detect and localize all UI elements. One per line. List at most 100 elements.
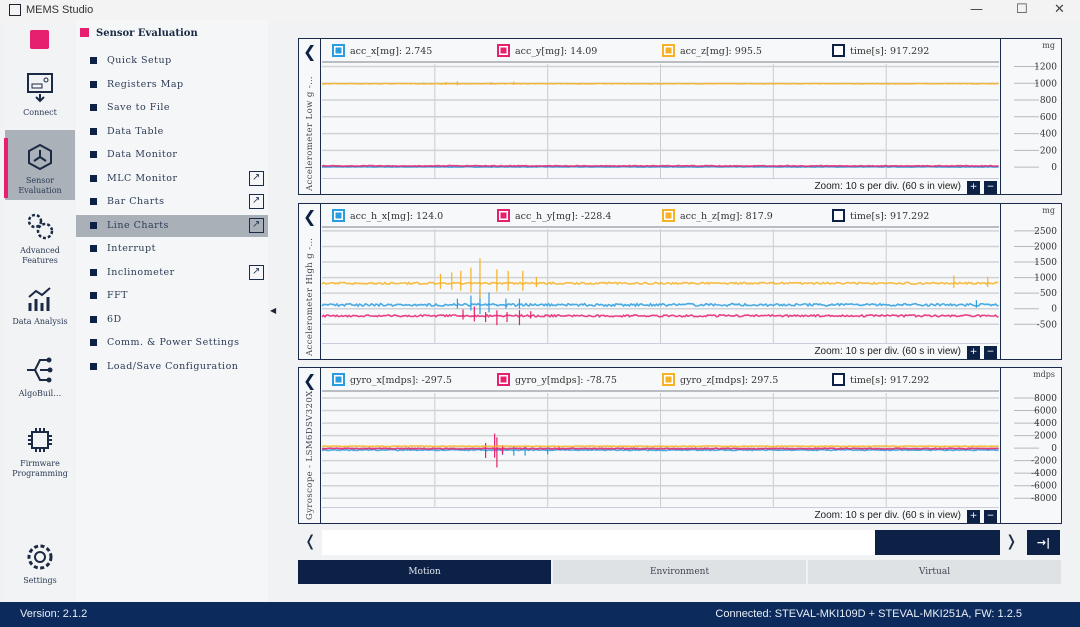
bullet-icon bbox=[90, 315, 97, 323]
rail-connect[interactable]: Connect bbox=[5, 70, 75, 125]
chip-icon bbox=[28, 428, 52, 452]
bullet-icon bbox=[90, 174, 97, 182]
bullet-icon bbox=[90, 221, 97, 229]
y-tick-label: 4000 bbox=[1034, 419, 1057, 429]
rail-sensor-evaluation[interactable]: Sensor Evaluation bbox=[4, 130, 75, 200]
menu-item-comm-power-settings[interactable]: Comm. & Power Settings bbox=[76, 332, 268, 354]
timeline-scrollbar[interactable]: ❬ ❭ →| bbox=[298, 530, 1062, 555]
menu-item-label: Interrupt bbox=[107, 243, 156, 254]
algo-graph-icon bbox=[27, 357, 53, 383]
tab-virtual[interactable]: Virtual bbox=[808, 560, 1061, 584]
scroll-track[interactable] bbox=[322, 530, 875, 555]
menu-item-label: Data Table bbox=[107, 125, 164, 137]
menu-item-line-charts[interactable]: Line Charts ↗ bbox=[76, 214, 268, 237]
y-tick-label: 8000 bbox=[1034, 394, 1057, 404]
scroll-right-button[interactable]: ❭ bbox=[1005, 532, 1018, 550]
menu-item-fft[interactable]: FFT bbox=[76, 285, 268, 307]
menu-item-label: Quick Setup bbox=[107, 55, 172, 66]
line-chart-panel: ❮ Gyroscope - LSM6DSV320X gyro_x[mdps]: -2… bbox=[298, 367, 1062, 524]
bullet-icon bbox=[90, 362, 97, 370]
menu-header: Sensor Evaluation bbox=[80, 28, 198, 39]
connection-status: Connected: STEVAL-MKI109D + STEVAL-MKI25… bbox=[715, 608, 1022, 620]
y-tick-label: 2500 bbox=[1034, 227, 1057, 237]
bullet-icon bbox=[90, 268, 97, 276]
window-title: MEMS Studio bbox=[26, 4, 94, 16]
rail-settings[interactable]: Settings bbox=[5, 542, 75, 597]
chart-plot[interactable]: 0 200 400 600 800 1000 1200 bbox=[299, 39, 1063, 196]
version-label: Version: 2.1.2 bbox=[20, 608, 88, 620]
menu-item-load-save-configuration[interactable]: Load/Save Configuration bbox=[76, 356, 268, 378]
y-tick-label: 2000 bbox=[1034, 242, 1057, 252]
sensor-tabs: Motion Environment Virtual bbox=[298, 560, 1062, 584]
menu-item-interrupt[interactable]: Interrupt bbox=[76, 238, 268, 260]
maximize-button[interactable]: ☐ bbox=[1016, 2, 1028, 17]
y-tick-label: 0 bbox=[1051, 163, 1057, 173]
collapse-menu-button[interactable]: ◀ bbox=[270, 306, 276, 315]
open-external-icon[interactable]: ↗ bbox=[249, 264, 264, 280]
scroll-thumb[interactable] bbox=[875, 530, 1000, 555]
analysis-chart-icon bbox=[28, 287, 51, 311]
y-tick-label: 200 bbox=[1040, 146, 1057, 156]
rail-label: Advanced Features bbox=[20, 246, 60, 265]
rail-label: Sensor Evaluation bbox=[18, 176, 62, 195]
y-tick-label: 2000 bbox=[1034, 432, 1057, 442]
menu-item-save-to-file[interactable]: Save to File bbox=[76, 97, 268, 119]
connect-board-icon bbox=[27, 73, 53, 103]
y-tick-label: -4000 bbox=[1031, 469, 1057, 479]
menu-item-label: Comm. & Power Settings bbox=[107, 337, 240, 348]
minimize-button[interactable]: — bbox=[970, 2, 983, 17]
rail-advanced-features[interactable]: Advanced Features bbox=[5, 210, 75, 270]
menu-item-6d[interactable]: 6D bbox=[76, 309, 268, 331]
menu-item-label: Load/Save Configuration bbox=[107, 360, 239, 372]
menu-item-label: 6D bbox=[107, 313, 122, 325]
menu-item-label: Save to File bbox=[107, 102, 171, 113]
header-square-icon bbox=[80, 28, 89, 37]
jump-to-end-button[interactable]: →| bbox=[1027, 530, 1060, 555]
menu-item-registers-map[interactable]: Registers Map bbox=[76, 74, 268, 96]
open-external-icon[interactable]: ↗ bbox=[249, 194, 264, 209]
scroll-left-button[interactable]: ❬ bbox=[304, 532, 317, 550]
bullet-icon bbox=[90, 57, 97, 64]
chart-plot[interactable]: -8000 -6000 -4000 -2000 0 2000 4000 6000 8000 bbox=[299, 368, 1063, 525]
rail-label: AlgoBuil… bbox=[18, 389, 62, 398]
y-tick-label: -8000 bbox=[1031, 494, 1057, 504]
menu-item-data-table[interactable]: Data Table bbox=[76, 121, 268, 143]
rail-label: Settings bbox=[23, 576, 57, 585]
rail-label: Firmware Programming bbox=[12, 459, 68, 478]
y-tick-label: -500 bbox=[1037, 320, 1057, 330]
y-tick-label: 400 bbox=[1040, 130, 1057, 140]
close-button[interactable]: ✕ bbox=[1054, 2, 1065, 17]
rail-algobuilder[interactable]: AlgoBuil… bbox=[5, 355, 75, 410]
y-tick-label: 1000 bbox=[1034, 79, 1057, 89]
tab-environment[interactable]: Environment bbox=[553, 560, 806, 584]
menu-item-bar-charts[interactable]: Bar Charts ↗ bbox=[76, 191, 268, 213]
series-line-gyro_x bbox=[321, 448, 999, 452]
line-chart-panel: ❮ Accelerometer High g -… acc_h_x[mg]: 124… bbox=[298, 203, 1062, 360]
menu-item-mlc-monitor[interactable]: MLC Monitor ↗ bbox=[76, 168, 268, 190]
menu-header-label: Sensor Evaluation bbox=[96, 28, 198, 39]
open-external-icon[interactable]: ↗ bbox=[249, 170, 264, 186]
tab-motion[interactable]: Motion bbox=[298, 560, 551, 584]
y-tick-label: 0 bbox=[1051, 305, 1057, 315]
chart-plot[interactable]: -500 0 500 1000 1500 2000 2500 bbox=[299, 204, 1063, 361]
open-external-icon[interactable]: ↗ bbox=[249, 217, 264, 233]
series-line-gyro_z bbox=[321, 445, 999, 448]
menu-item-inclinometer[interactable]: Inclinometer ↗ bbox=[76, 262, 268, 284]
y-tick-label: -2000 bbox=[1031, 457, 1057, 467]
bullet-icon bbox=[90, 80, 97, 88]
bullet-icon bbox=[90, 245, 97, 252]
rail-firmware-programming[interactable]: Firmware Programming bbox=[5, 425, 75, 485]
bullet-icon bbox=[90, 339, 97, 346]
series-line-acc_y bbox=[321, 164, 999, 168]
y-tick-label: 0 bbox=[1051, 444, 1057, 454]
bullet-icon bbox=[90, 292, 97, 299]
y-tick-label: 1500 bbox=[1034, 258, 1057, 268]
rail-data-analysis[interactable]: Data Analysis bbox=[5, 285, 75, 345]
app-logo-icon bbox=[9, 4, 21, 16]
gears-icon bbox=[27, 213, 54, 240]
menu-item-quick-setup[interactable]: Quick Setup bbox=[76, 50, 268, 72]
menu-item-label: Data Monitor bbox=[107, 149, 178, 160]
menu-item-data-monitor[interactable]: Data Monitor bbox=[76, 144, 268, 166]
y-tick-label: 6000 bbox=[1034, 407, 1057, 417]
line-chart-panel: ❮ Accelerometer Low g -… acc_x[mg]: 2.745 a… bbox=[298, 38, 1062, 195]
